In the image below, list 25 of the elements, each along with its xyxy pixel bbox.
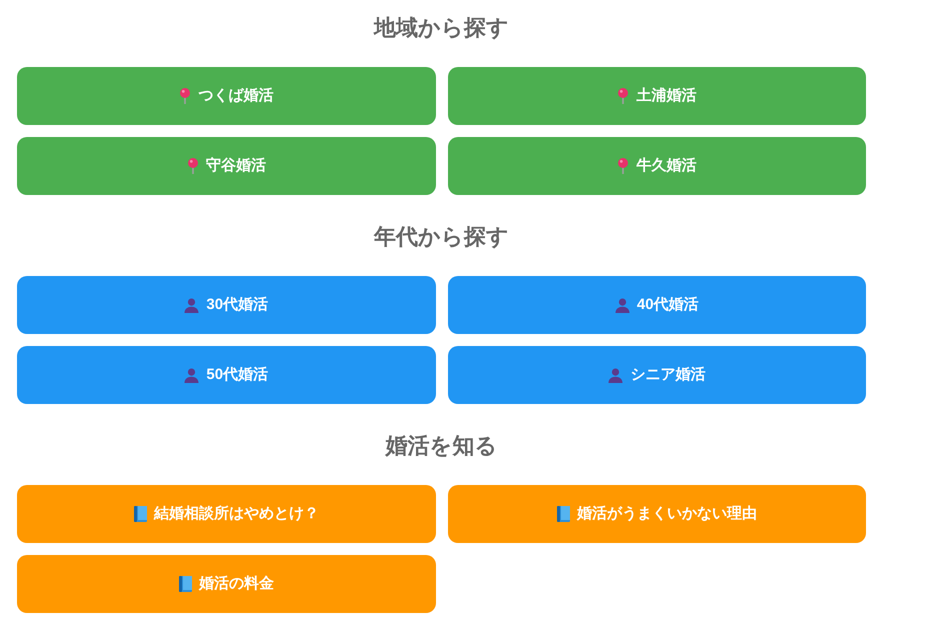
category-button[interactable]: 婚活の料金 xyxy=(17,555,436,613)
category-button[interactable]: 婚活がうまくいかない理由 xyxy=(448,485,866,543)
person-icon xyxy=(614,298,630,312)
category-button[interactable]: 50代婚活 xyxy=(17,346,436,404)
pushpin-icon xyxy=(617,158,630,174)
category-button[interactable]: 土浦婚活 xyxy=(448,67,866,125)
category-button[interactable]: 守谷婚活 xyxy=(17,137,436,195)
section-heading: 年代から探す xyxy=(374,223,509,251)
person-icon xyxy=(184,368,200,382)
person-icon xyxy=(184,298,200,312)
book-icon xyxy=(178,576,192,592)
pushpin-icon xyxy=(186,158,199,174)
category-button[interactable]: 牛久婚活 xyxy=(448,137,866,195)
person-icon xyxy=(608,368,624,382)
category-button[interactable]: つくば婚活 xyxy=(17,67,436,125)
category-button[interactable]: シニア婚活 xyxy=(448,346,866,404)
pushpin-icon xyxy=(617,88,630,104)
section-heading: 地域から探す xyxy=(374,14,509,42)
book-icon xyxy=(556,506,570,522)
category-button[interactable]: 30代婚活 xyxy=(17,276,436,334)
book-icon xyxy=(134,506,147,522)
category-button[interactable]: 40代婚活 xyxy=(448,276,866,334)
section-heading: 婚活を知る xyxy=(386,432,498,460)
category-button[interactable]: 結婚相談所はやめとけ？ xyxy=(17,485,436,543)
pushpin-icon xyxy=(179,88,192,104)
